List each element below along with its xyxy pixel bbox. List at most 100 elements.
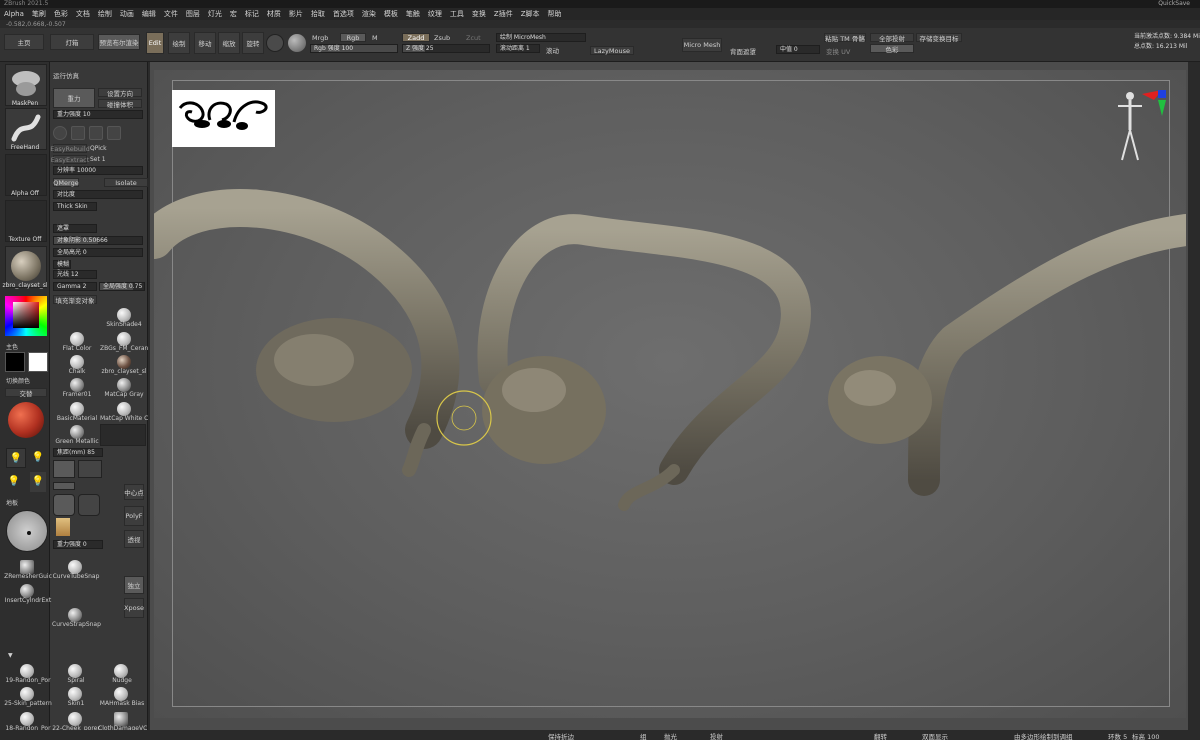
mrgb-toggle[interactable]: Mrgb bbox=[312, 34, 328, 42]
roll-distance-slider[interactable]: 滚动距离 1 bbox=[496, 44, 540, 53]
all-proj-button[interactable]: 全部投射 bbox=[870, 33, 914, 43]
camera-icon[interactable] bbox=[53, 460, 75, 478]
menu-item-4[interactable]: 绘制 bbox=[98, 9, 112, 19]
scale-button[interactable]: 缩放 bbox=[218, 32, 240, 54]
menu-item-9[interactable]: 灯光 bbox=[208, 9, 222, 19]
brush-22-icon[interactable] bbox=[68, 712, 82, 726]
roll-toggle[interactable]: 滚动 bbox=[546, 45, 559, 55]
menu-item-16[interactable]: 渲染 bbox=[362, 9, 376, 19]
multi-proj-button[interactable]: 由多边形绘制到调组 bbox=[1014, 731, 1073, 740]
easyextract-button[interactable]: EasyExtract bbox=[51, 155, 89, 164]
keep-crease-toggle[interactable]: 保持折边 bbox=[548, 731, 574, 740]
target-icon[interactable] bbox=[53, 494, 75, 516]
orientation-gizmo[interactable] bbox=[1108, 86, 1172, 166]
collide-button[interactable]: 碰撞体积 bbox=[98, 99, 142, 109]
brush-curvestrap-icon[interactable] bbox=[68, 608, 82, 622]
secondary-color-swatch[interactable] bbox=[28, 352, 48, 372]
lazymouse-button[interactable]: LazyMouse bbox=[590, 46, 634, 55]
switch-color-button[interactable]: 切换颜色 bbox=[6, 376, 30, 385]
brush-cloth-icon[interactable] bbox=[114, 712, 128, 726]
menu-item-12[interactable]: 材质 bbox=[267, 9, 281, 19]
light-bulb-icon-2[interactable]: 💡 bbox=[30, 448, 46, 468]
light-bulb-icon-4[interactable]: 💡 bbox=[30, 472, 46, 492]
gravity-strength-2-slider[interactable]: 重力强度 0 bbox=[53, 540, 103, 549]
uv-button[interactable]: 变换 UV bbox=[826, 46, 850, 56]
cylinder-icon[interactable] bbox=[89, 126, 103, 140]
frame-button[interactable]: 中心点 bbox=[124, 484, 144, 500]
menu-item-23[interactable]: Z脚本 bbox=[521, 9, 540, 19]
move-button[interactable]: 移动 bbox=[194, 32, 216, 54]
menu-item-3[interactable]: 文档 bbox=[76, 9, 90, 19]
menu-item-18[interactable]: 笔触 bbox=[406, 9, 420, 19]
draw-button[interactable]: 绘制 bbox=[168, 32, 190, 54]
brush-zremesher-icon[interactable] bbox=[20, 560, 34, 574]
material-chalk-icon[interactable] bbox=[70, 355, 84, 369]
m-toggle[interactable]: M bbox=[372, 34, 378, 42]
swap-button[interactable]: 交替 bbox=[5, 388, 47, 398]
rgb-toggle[interactable]: Rgb bbox=[340, 33, 366, 42]
object-shadow-slider[interactable]: 对象阴影 0.50666 bbox=[53, 236, 143, 245]
menu-item-0[interactable]: Alpha bbox=[4, 10, 24, 18]
menu-item-10[interactable]: 宏 bbox=[230, 9, 237, 19]
brush-skin1-icon[interactable] bbox=[68, 687, 82, 701]
qpick-toggle[interactable]: QPick bbox=[90, 145, 107, 152]
menu-item-22[interactable]: Z插件 bbox=[494, 9, 513, 19]
material-matcapgray-icon[interactable] bbox=[117, 378, 131, 392]
resolution-slider[interactable]: 分辨率 10000 bbox=[53, 166, 143, 175]
set-direction-button[interactable]: 设置方向 bbox=[98, 88, 142, 98]
blur-slider[interactable]: 模糊 2 bbox=[53, 260, 71, 276]
dual-display-toggle[interactable]: 双面显示 bbox=[922, 731, 948, 740]
zoom-icon[interactable] bbox=[53, 482, 75, 490]
flip-button[interactable]: 翻转 bbox=[874, 731, 887, 740]
polish-toggle[interactable]: 抛光 bbox=[664, 731, 677, 740]
qmerge-button[interactable]: QMerge bbox=[53, 178, 79, 187]
lightbox-button[interactable]: 灯箱 bbox=[50, 34, 94, 50]
rgb-intensity-slider[interactable]: Rgb 强度 100 bbox=[310, 44, 398, 53]
menu-item-1[interactable]: 笔刷 bbox=[32, 9, 46, 19]
edit-button[interactable]: Edit bbox=[146, 32, 164, 54]
brush-19-icon[interactable] bbox=[20, 664, 34, 678]
light-position-dial[interactable] bbox=[6, 510, 48, 552]
store-morph-button[interactable]: 存储变换目标 bbox=[916, 33, 962, 43]
brush-nudge-icon[interactable] bbox=[114, 664, 128, 678]
mask-slider[interactable]: 遮罩 bbox=[53, 224, 97, 233]
backface-mask-toggle[interactable]: 背面遮罩 bbox=[730, 46, 756, 56]
global-highlight-slider[interactable]: 全局高光 0 bbox=[53, 248, 143, 257]
menu-item-2[interactable]: 色彩 bbox=[54, 9, 68, 19]
brush-insertcyl-icon[interactable] bbox=[20, 584, 34, 598]
rotate-button[interactable]: 旋转 bbox=[242, 32, 264, 54]
menu-item-7[interactable]: 文件 bbox=[164, 9, 178, 19]
menu-item-17[interactable]: 模板 bbox=[384, 9, 398, 19]
material-flat-icon[interactable] bbox=[70, 332, 84, 346]
light-bulb-icon[interactable]: 💡 bbox=[6, 448, 26, 468]
menu-item-19[interactable]: 纹理 bbox=[428, 9, 442, 19]
midvalue-slider[interactable]: 中值 0 bbox=[776, 45, 820, 54]
gravity-strength-slider[interactable]: 重力强度 10 bbox=[53, 110, 143, 119]
material-swatch-selected[interactable] bbox=[100, 424, 146, 446]
height-slider[interactable]: 标高 100 bbox=[1132, 731, 1159, 740]
universal-camera-icon[interactable] bbox=[78, 460, 102, 478]
proj-toggle[interactable]: 投射 bbox=[710, 731, 723, 740]
menu-item-20[interactable]: 工具 bbox=[450, 9, 464, 19]
preview-bpr-button[interactable]: 预览布尔渲染 bbox=[98, 34, 140, 50]
zadd-toggle[interactable]: Zadd bbox=[402, 33, 430, 42]
eye-icon[interactable] bbox=[107, 126, 121, 140]
z-intensity-slider[interactable]: Z 强度 25 bbox=[402, 44, 490, 53]
color-picker[interactable] bbox=[5, 296, 47, 336]
zcut-toggle[interactable]: Zcut bbox=[466, 34, 481, 42]
isolate-button[interactable]: Isolate bbox=[104, 178, 148, 187]
menu-item-15[interactable]: 首选项 bbox=[333, 9, 354, 19]
material-matcapwhite-icon[interactable] bbox=[117, 402, 131, 416]
persp-button[interactable]: 透视 bbox=[124, 530, 144, 548]
light-slider[interactable]: 光线 12 bbox=[53, 270, 97, 279]
brush-spiral-icon[interactable] bbox=[68, 664, 82, 678]
color-button[interactable]: 色彩 bbox=[870, 44, 914, 54]
solo-button[interactable]: 独立 bbox=[124, 576, 144, 594]
menu-item-13[interactable]: 影片 bbox=[289, 9, 303, 19]
sculpt-models[interactable] bbox=[154, 70, 1186, 718]
xpose-button[interactable]: Xpose bbox=[124, 598, 144, 618]
gravity-button[interactable]: 重力 bbox=[53, 88, 95, 108]
light-bulb-icon-3[interactable]: 💡 bbox=[6, 472, 22, 492]
material-green-icon[interactable] bbox=[70, 425, 84, 439]
contrast-slider[interactable]: 对比度 bbox=[53, 190, 143, 199]
